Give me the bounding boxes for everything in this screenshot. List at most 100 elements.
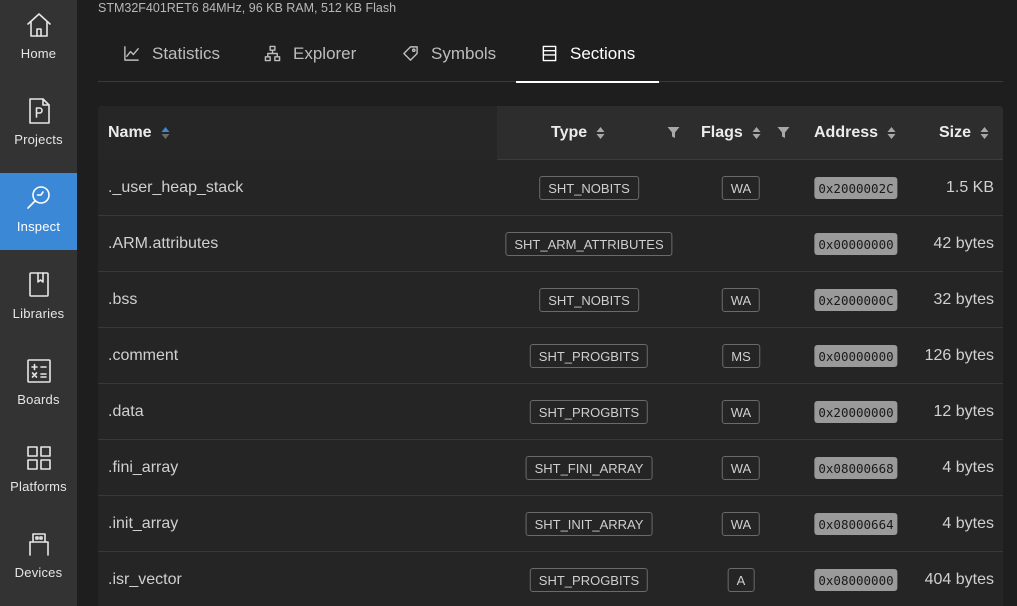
- flags-badge: WA: [721, 400, 761, 424]
- nav-boards[interactable]: Boards: [0, 346, 77, 423]
- nav-label: Libraries: [12, 306, 65, 321]
- nav-label: Boards: [17, 392, 60, 407]
- address-value: 0x2000000C: [814, 289, 898, 311]
- section-name: .fini_array: [108, 459, 179, 476]
- tab-bar: Statistics Explorer Symbols Sections: [98, 26, 1003, 83]
- type-badge: SHT_INIT_ARRAY: [525, 512, 653, 536]
- type-badge: SHT_PROGBITS: [529, 400, 649, 424]
- nav-label: Devices: [14, 565, 63, 580]
- sort-icon[interactable]: [887, 125, 896, 141]
- flags-badge: WA: [721, 288, 761, 312]
- section-name: .comment: [108, 347, 179, 364]
- section-name: .ARM.attributes: [108, 235, 219, 252]
- device-info: STM32F401RET6 84MHz, 96 KB RAM, 512 KB F…: [98, 1, 397, 15]
- address-value: 0x08000668: [814, 457, 898, 479]
- filter-icon[interactable]: [777, 126, 790, 139]
- column-header-label: Name: [108, 124, 152, 141]
- column-header-flags[interactable]: Flags: [701, 106, 761, 160]
- sidebar: Home Projects Inspect Libraries Boards P…: [0, 0, 77, 606]
- tab-label: Symbols: [431, 43, 497, 63]
- flags-badge: MS: [722, 344, 760, 368]
- column-header-size[interactable]: Size: [939, 106, 989, 160]
- usb-icon: [24, 529, 54, 559]
- type-badge: SHT_PROGBITS: [529, 344, 649, 368]
- sort-icon[interactable]: [980, 125, 989, 141]
- type-badge: SHT_FINI_ARRAY: [525, 456, 653, 480]
- column-header-type[interactable]: Type: [551, 106, 605, 160]
- project-file-icon: [24, 96, 54, 126]
- address-value: 0x2000002C: [814, 177, 898, 199]
- type-badge: SHT_NOBITS: [539, 176, 639, 200]
- size-value: 4 bytes: [942, 459, 994, 476]
- section-name: ._user_heap_stack: [108, 179, 244, 196]
- column-header-label: Type: [551, 124, 588, 141]
- grid-icon: [24, 443, 54, 473]
- table-row[interactable]: .comment SHT_PROGBITS MS 0x00000000 126 …: [98, 328, 1003, 384]
- nav-label: Projects: [14, 132, 63, 147]
- table-row[interactable]: .isr_vector SHT_PROGBITS A 0x08000000 40…: [98, 552, 1003, 606]
- size-value: 126 bytes: [924, 347, 994, 364]
- flags-badge: WA: [721, 456, 761, 480]
- type-badge: SHT_NOBITS: [539, 288, 639, 312]
- sections-icon: [540, 45, 558, 63]
- nav-libraries[interactable]: Libraries: [0, 260, 77, 337]
- nav-platforms[interactable]: Platforms: [0, 433, 77, 510]
- flags-badge: A: [727, 568, 755, 592]
- tab-statistics[interactable]: Statistics: [122, 26, 220, 81]
- table-row[interactable]: .init_array SHT_INIT_ARRAY WA 0x08000664…: [98, 496, 1003, 552]
- table-row[interactable]: ._user_heap_stack SHT_NOBITS WA 0x200000…: [98, 160, 1003, 216]
- section-name: .isr_vector: [108, 571, 182, 588]
- table-row[interactable]: .fini_array SHT_FINI_ARRAY WA 0x08000668…: [98, 440, 1003, 496]
- column-header-address[interactable]: Address: [814, 106, 896, 160]
- tab-label: Sections: [570, 43, 636, 63]
- tag-icon: [401, 45, 419, 63]
- calculator-icon: [24, 356, 54, 386]
- address-value: 0x00000000: [814, 345, 898, 367]
- section-name: .bss: [108, 291, 138, 308]
- column-header-label: Address: [814, 124, 879, 141]
- tab-sections[interactable]: Sections: [516, 26, 660, 83]
- size-value: 404 bytes: [924, 571, 994, 588]
- nav-projects[interactable]: Projects: [0, 86, 77, 163]
- address-value: 0x00000000: [814, 233, 898, 255]
- size-value: 12 bytes: [933, 403, 994, 420]
- address-value: 0x20000000: [814, 401, 898, 423]
- size-value: 42 bytes: [933, 235, 994, 252]
- nav-label: Inspect: [16, 219, 61, 234]
- size-value: 32 bytes: [933, 291, 994, 308]
- book-icon: [24, 270, 54, 300]
- table-row[interactable]: .ARM.attributes SHT_ARM_ATTRIBUTES 0x000…: [98, 216, 1003, 272]
- flags-badge: WA: [721, 512, 761, 536]
- home-icon: [24, 10, 54, 40]
- table-row[interactable]: .bss SHT_NOBITS WA 0x2000000C 32 bytes: [98, 272, 1003, 328]
- nav-inspect[interactable]: Inspect: [0, 173, 77, 250]
- table-row[interactable]: .data SHT_PROGBITS WA 0x20000000 12 byte…: [98, 384, 1003, 440]
- nav-home[interactable]: Home: [0, 0, 77, 77]
- address-value: 0x08000664: [814, 513, 898, 535]
- nav-label: Home: [20, 46, 57, 61]
- address-value: 0x08000000: [814, 569, 898, 591]
- size-value: 1.5 KB: [945, 179, 994, 196]
- flags-badge: WA: [721, 176, 761, 200]
- sort-icon[interactable]: [596, 125, 605, 141]
- column-header-label: Flags: [701, 124, 743, 141]
- column-header-label: Size: [939, 124, 972, 141]
- sort-icon[interactable]: [752, 125, 761, 141]
- table-header: Name Type Flags Address Size: [98, 106, 1003, 160]
- column-header-name[interactable]: Name: [108, 106, 170, 160]
- sections-table: Name Type Flags Address Size ._user_heap…: [98, 106, 1003, 606]
- tab-label: Statistics: [152, 43, 221, 63]
- sitemap-icon: [263, 45, 281, 63]
- size-value: 4 bytes: [942, 515, 994, 532]
- inspect-icon: [24, 183, 54, 213]
- sort-icon[interactable]: [161, 125, 170, 141]
- tab-label: Explorer: [293, 43, 357, 63]
- section-name: .init_array: [108, 515, 179, 532]
- nav-label: Platforms: [10, 479, 67, 494]
- section-name: .data: [108, 403, 144, 420]
- nav-devices[interactable]: Devices: [0, 519, 77, 596]
- tab-symbols[interactable]: Symbols: [401, 26, 496, 81]
- tab-explorer[interactable]: Explorer: [263, 26, 356, 81]
- filter-icon[interactable]: [667, 126, 680, 139]
- line-chart-icon: [122, 45, 140, 63]
